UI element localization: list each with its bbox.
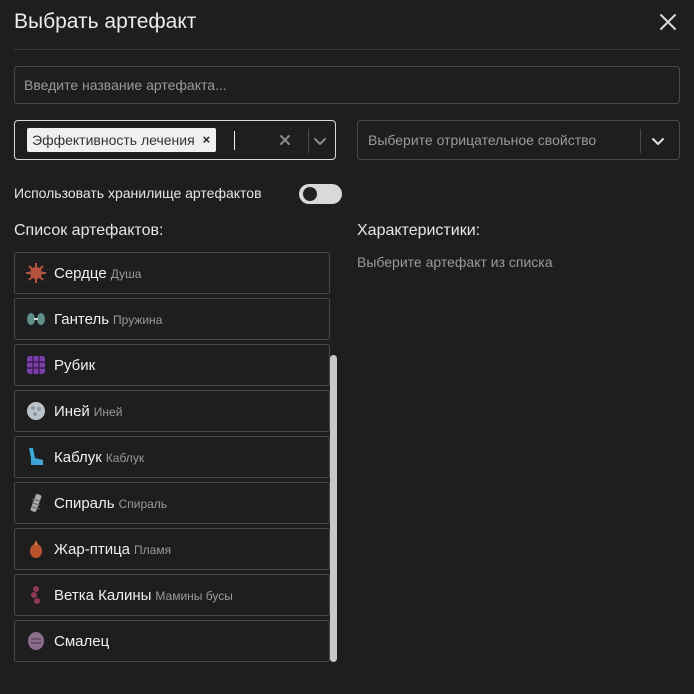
list-item[interactable]: Ветка Калины Мамины бусы: [14, 574, 330, 616]
selected-property-chip: Эффективность лечения ×: [27, 128, 217, 152]
chevron-down-icon[interactable]: [312, 133, 328, 154]
artifact-alt-name: Мамины бусы: [155, 589, 233, 603]
list-item[interactable]: Каблук Каблук: [14, 436, 330, 478]
select-separator: [640, 129, 641, 153]
toggle-knob: [303, 187, 317, 201]
dumbbell-artifact-icon: [27, 313, 45, 325]
heart-artifact-icon: [26, 263, 46, 283]
artifact-name: Сердце: [54, 265, 107, 282]
storage-toggle[interactable]: [299, 184, 342, 204]
artifact-list-title: Список артефактов:: [14, 222, 164, 239]
header-divider: [14, 49, 680, 50]
characteristics-title: Характеристики:: [357, 222, 481, 239]
artifact-list: Сердце Душа Гантель Пружина Рубик Иней Иней…: [14, 252, 330, 662]
list-item[interactable]: Сердце Душа: [14, 252, 330, 294]
spiral-artifact-icon: [30, 494, 42, 512]
artifact-name: Спираль: [54, 495, 115, 512]
artifact-search-input[interactable]: [14, 66, 680, 104]
list-item[interactable]: Рубик: [14, 344, 330, 386]
artifact-alt-name: Душа: [110, 267, 142, 281]
list-item[interactable]: Смалец: [14, 620, 330, 662]
negative-property-select[interactable]: Выберите отрицательное свойство: [357, 120, 680, 160]
artifact-alt-name: Каблук: [105, 451, 145, 465]
chip-label: Эффективность лечения: [32, 132, 195, 148]
clear-selection-icon[interactable]: [278, 133, 292, 152]
list-item[interactable]: Гантель Пружина: [14, 298, 330, 340]
close-icon[interactable]: [656, 10, 680, 34]
text-caret: [234, 131, 235, 150]
artifact-alt-name: Пламя: [134, 543, 172, 557]
dialog-title: Выбрать артефакт: [14, 10, 197, 33]
chip-remove-icon[interactable]: ×: [203, 128, 211, 152]
list-item[interactable]: Спираль Спираль: [14, 482, 330, 524]
chevron-down-icon[interactable]: [650, 133, 666, 154]
viburnum-artifact-icon: [31, 586, 40, 604]
artifact-alt-name: Пружина: [113, 313, 163, 327]
firebird-artifact-icon: [30, 540, 42, 558]
artifact-name: Каблук: [54, 449, 102, 466]
positive-property-select[interactable]: Эффективность лечения ×: [14, 120, 336, 160]
lard-artifact-icon: [28, 632, 44, 650]
cube-artifact-icon: [27, 356, 45, 374]
select-separator: [308, 129, 309, 153]
artifact-name: Рубик: [54, 357, 96, 374]
artifact-name: Смалец: [54, 633, 110, 650]
storage-toggle-label: Использовать хранилище артефактов: [14, 185, 262, 201]
characteristics-hint: Выберите артефакт из списка: [357, 254, 553, 270]
artifact-name: Ветка Калины: [54, 587, 152, 604]
list-item[interactable]: Жар-птица Пламя: [14, 528, 330, 570]
negative-select-placeholder: Выберите отрицательное свойство: [368, 132, 597, 148]
heel-artifact-icon: [29, 448, 43, 465]
list-item[interactable]: Иней Иней: [14, 390, 330, 432]
list-scrollbar[interactable]: [330, 355, 337, 662]
frost-artifact-icon: [27, 402, 45, 420]
artifact-name: Гантель: [54, 311, 110, 328]
artifact-name: Иней: [54, 403, 90, 420]
artifact-alt-name: Иней: [93, 405, 123, 419]
artifact-alt-name: Спираль: [118, 497, 168, 511]
artifact-name: Жар-птица: [54, 541, 131, 558]
